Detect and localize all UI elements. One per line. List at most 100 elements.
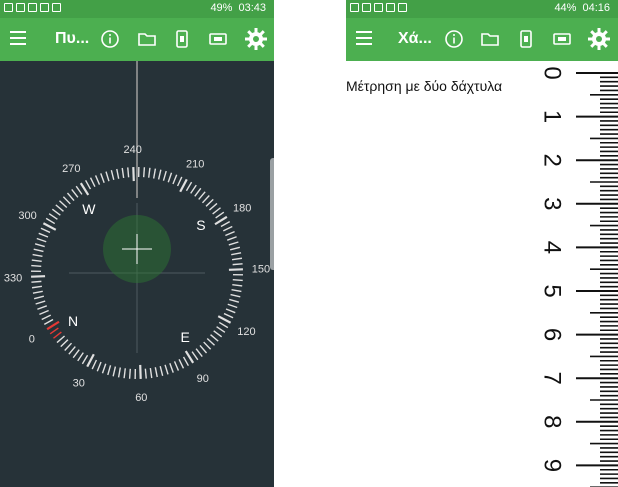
compass-tick xyxy=(216,326,226,333)
degree-label: 0 xyxy=(29,334,35,346)
degree-label: 120 xyxy=(237,326,255,338)
notification-icons xyxy=(4,3,61,12)
compass-tick xyxy=(149,367,153,379)
gear-icon[interactable] xyxy=(587,27,611,51)
compass-tick xyxy=(42,222,57,231)
compass-tick xyxy=(148,167,151,178)
ruler-number: 0 xyxy=(539,66,566,79)
compass-tick xyxy=(190,184,197,194)
compass-tick xyxy=(117,367,122,378)
degree-label: 30 xyxy=(73,377,85,389)
compass-tick xyxy=(31,264,42,268)
compass-tick xyxy=(226,236,237,241)
compass-tick xyxy=(34,243,45,248)
compass-tick xyxy=(217,315,232,324)
ruler-number: 6 xyxy=(539,328,566,341)
compass-tick xyxy=(225,308,236,314)
compass-tick xyxy=(107,365,112,376)
info-icon[interactable] xyxy=(100,29,120,49)
compass-tick xyxy=(101,363,107,374)
degree-label: 60 xyxy=(135,392,147,404)
compass-tick xyxy=(232,263,243,266)
ruler-number: 1 xyxy=(539,110,566,123)
phone-icon[interactable] xyxy=(516,29,536,49)
degree-label: 90 xyxy=(197,373,209,385)
compass-tick xyxy=(220,220,231,228)
compass-tick xyxy=(91,359,98,370)
compass-tick xyxy=(121,167,125,179)
ruler-number: 5 xyxy=(539,284,566,297)
degree-label: 240 xyxy=(123,144,141,156)
cardinal-east: E xyxy=(180,329,189,345)
compass-tick xyxy=(222,225,233,232)
ruler-number: 4 xyxy=(539,241,566,254)
ruler-number: 7 xyxy=(539,372,566,385)
compass-tick xyxy=(40,227,51,234)
degree-label: 330 xyxy=(4,272,22,284)
compass-tick xyxy=(75,185,83,195)
compass-tick xyxy=(212,207,221,215)
compass-tick xyxy=(201,194,210,204)
compass-tick xyxy=(96,361,102,372)
app-title: Χά... xyxy=(398,30,432,47)
ruler-number: 3 xyxy=(539,197,566,210)
compass-tick xyxy=(100,173,105,184)
compass-tick xyxy=(110,169,115,181)
degree-label: 150 xyxy=(252,264,270,276)
info-icon[interactable] xyxy=(444,29,464,49)
compass-tick xyxy=(142,167,146,178)
folder-icon[interactable] xyxy=(137,29,157,49)
compass-tick xyxy=(35,300,46,305)
compass-tick xyxy=(172,174,178,185)
compass-tick xyxy=(231,252,242,256)
compass-tick xyxy=(128,368,132,379)
compass-tick xyxy=(112,366,117,377)
compass-tick xyxy=(213,330,223,338)
cardinal-north: N xyxy=(68,313,78,329)
ruler-numbers: 0 1 2 3 4 5 6 7 8 9 xyxy=(539,66,566,472)
compass-tick xyxy=(199,344,208,354)
compass-tick xyxy=(195,348,203,357)
compass-tick xyxy=(227,303,238,309)
compass-tick xyxy=(105,171,110,182)
folder-icon[interactable] xyxy=(480,29,500,49)
menu-icon[interactable] xyxy=(356,31,372,47)
compass-tick xyxy=(218,321,229,329)
gear-icon[interactable] xyxy=(244,27,268,51)
compass-tick xyxy=(228,241,239,246)
ruler-scale[interactable]: 0 1 2 3 4 5 6 7 8 9 xyxy=(526,61,618,487)
status-bar: 49% 03:43 xyxy=(0,0,274,18)
battery-icon[interactable] xyxy=(552,29,572,49)
compass-tick xyxy=(49,327,59,335)
compass-tick xyxy=(225,230,235,237)
compass-tick xyxy=(164,364,169,375)
compass-tick xyxy=(45,217,56,225)
compass-tick xyxy=(152,168,157,179)
compass-tick xyxy=(48,213,58,220)
cardinal-south: S xyxy=(196,217,205,233)
compass-tick xyxy=(229,298,240,303)
compass-tick xyxy=(32,253,43,258)
compass-tick xyxy=(232,278,243,282)
ruler-number: 8 xyxy=(539,415,566,428)
side-handle[interactable] xyxy=(270,158,274,270)
app-bar: Πυ... xyxy=(0,18,274,61)
menu-icon[interactable] xyxy=(10,31,26,47)
compass-tick xyxy=(86,353,95,368)
compass-tick xyxy=(68,346,76,355)
compass-dial: 0 30 60 90 120 150 180 210 240 270 300 330 N E S W xyxy=(4,61,270,404)
compass-tick xyxy=(71,189,79,198)
degree-label: 210 xyxy=(186,159,204,171)
compass-tick xyxy=(66,192,75,202)
compass-tick xyxy=(144,368,147,379)
battery-icon[interactable] xyxy=(208,29,228,49)
compass-tick xyxy=(223,312,234,319)
phone-icon[interactable] xyxy=(172,29,192,49)
compass-tick xyxy=(179,178,188,193)
compass-tick xyxy=(176,176,183,187)
compass-tick xyxy=(60,339,69,348)
compass-tick xyxy=(169,362,174,373)
compass-tick xyxy=(191,351,199,361)
compass-tick xyxy=(32,290,43,294)
compass-tick xyxy=(198,191,206,200)
